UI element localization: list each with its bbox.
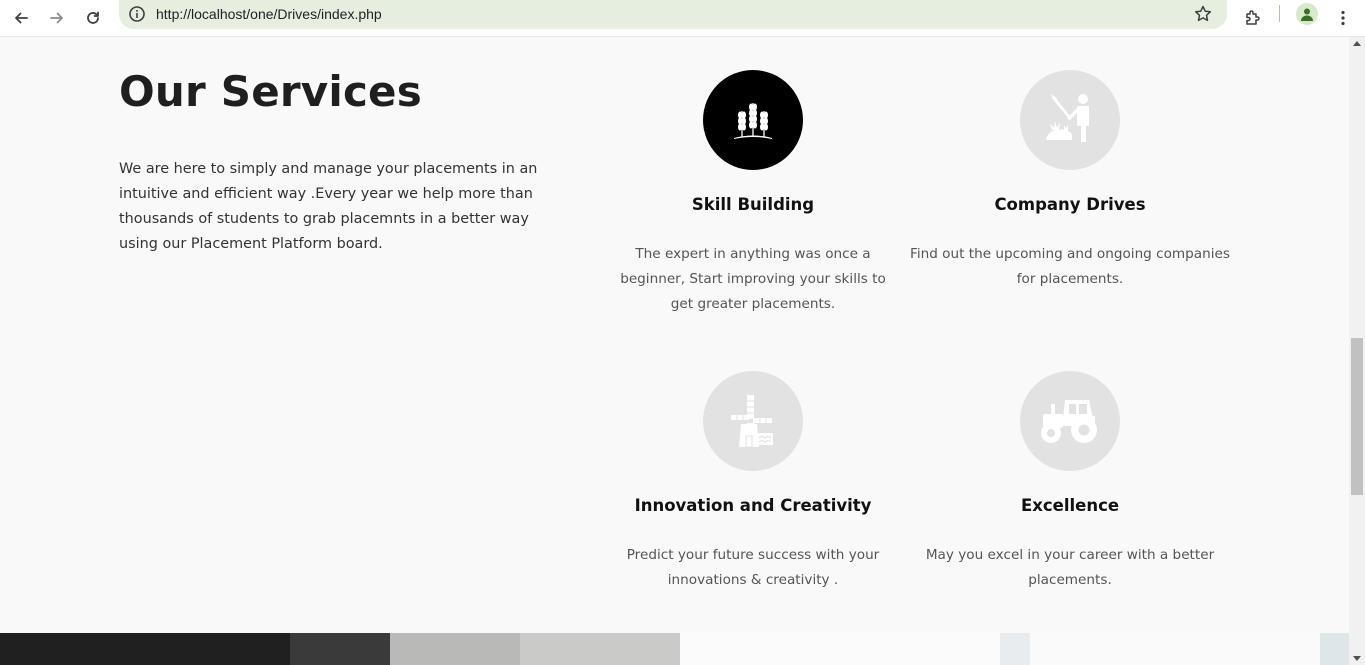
reload-button[interactable] — [78, 3, 108, 33]
menu-dots-icon — [1341, 10, 1345, 26]
forward-icon — [50, 12, 63, 24]
profile-button[interactable] — [1296, 3, 1318, 25]
wheat-icon — [734, 103, 772, 139]
extensions-icon — [1246, 10, 1260, 25]
page-content: Our Services We are here to simply and m… — [0, 37, 1349, 665]
farmer-icon — [1046, 94, 1089, 142]
address-bar[interactable]: http://localhost/one/Drives/index.php — [119, 0, 1227, 29]
service-card-skill-building[interactable]: Skill Building The expert in anything wa… — [593, 70, 913, 317]
scroll-down-arrow-icon[interactable] — [1353, 656, 1361, 661]
service-icon-circle — [1020, 371, 1120, 471]
extensions-button[interactable] — [1238, 3, 1268, 33]
card-title: Excellence — [1020, 496, 1120, 515]
site-info-icon[interactable] — [128, 5, 146, 23]
card-title: Skill Building — [691, 195, 815, 214]
card-description: Predict your future success with your in… — [626, 547, 880, 588]
toolbar-separator — [1279, 5, 1280, 22]
page-scrollbar[interactable] — [1349, 37, 1365, 665]
forward-button[interactable] — [42, 3, 72, 33]
scrollbar-thumb[interactable] — [1351, 338, 1363, 495]
card-description: May you excel in your career with a bett… — [925, 547, 1215, 588]
profile-icon — [1301, 8, 1313, 21]
next-section-image — [0, 633, 1349, 665]
back-icon — [15, 12, 28, 24]
service-icon-circle — [1020, 70, 1120, 170]
service-card-innovation[interactable]: Innovation and Creativity Predict your f… — [593, 371, 913, 593]
card-description: The expert in anything was once a beginn… — [620, 246, 886, 312]
service-card-excellence[interactable]: Excellence May you excel in your career … — [910, 371, 1230, 593]
service-icon-circle — [703, 70, 803, 170]
card-title: Company Drives — [994, 195, 1146, 214]
back-button[interactable] — [6, 3, 36, 33]
scroll-up-arrow-icon[interactable] — [1353, 41, 1361, 46]
browser-menu-button[interactable] — [1328, 3, 1358, 33]
bookmark-star-icon[interactable] — [1193, 4, 1213, 24]
reload-icon — [87, 11, 99, 24]
windmill-icon — [731, 395, 773, 448]
tractor-icon — [1041, 400, 1097, 443]
browser-toolbar: http://localhost/one/Drives/index.php — [0, 0, 1365, 37]
service-card-company-drives[interactable]: Company Drives Find out the upcoming and… — [910, 70, 1230, 292]
url-text[interactable]: http://localhost/one/Drives/index.php — [156, 6, 382, 22]
service-icon-circle — [703, 371, 803, 471]
services-intro: We are here to simply and manage your pl… — [119, 161, 538, 252]
card-description: Find out the upcoming and ongoing compan… — [910, 246, 1230, 287]
services-title: Our Services — [119, 67, 422, 116]
card-title: Innovation and Creativity — [634, 496, 872, 515]
